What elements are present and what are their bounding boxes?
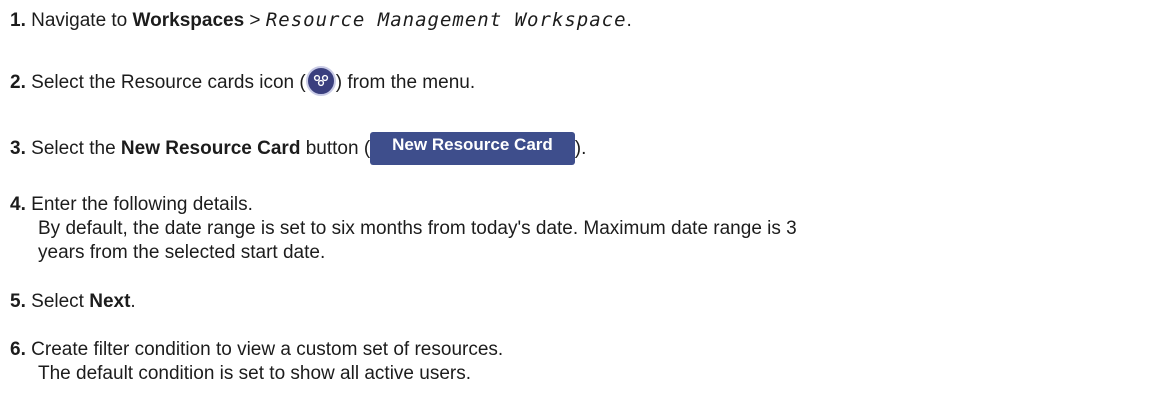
resource-cards-icon	[305, 66, 336, 96]
step-text-suffix: ) from the menu.	[335, 72, 476, 93]
step-text: Select	[31, 291, 90, 312]
step-2: 2. Select the Resource cards icon ( ) fro…	[10, 66, 475, 96]
new-resource-card-button-image: New Resource Card	[370, 132, 575, 165]
step-number: 2.	[10, 72, 26, 93]
step-bold-text: Workspaces	[132, 10, 245, 31]
step-bold-text: Next	[89, 291, 131, 312]
step-4: 4. Enter the following details. By defau…	[10, 193, 797, 265]
step-number: 4.	[10, 194, 26, 215]
step-text: Enter the following details.	[31, 194, 253, 215]
separator: >	[244, 10, 266, 31]
step-number: 5.	[10, 291, 26, 312]
step-detail: The default condition is set to show all…	[38, 363, 472, 384]
step-text: Create filter condition to view a custom…	[31, 339, 504, 360]
step-text: Select the	[31, 138, 121, 159]
step-text-suffix: .	[130, 291, 136, 312]
step-text-mid: button (	[300, 138, 371, 159]
step-text-suffix: .	[626, 10, 632, 31]
step-text: Select the Resource cards icon (	[31, 72, 306, 93]
workspace-name: Resource Management Workspace	[265, 9, 627, 31]
step-bold-text: New Resource Card	[120, 138, 301, 159]
step-3: 3. Select the New Resource Card button (…	[10, 132, 586, 165]
step-number: 3.	[10, 138, 26, 159]
step-5: 5. Select Next.	[10, 290, 136, 314]
step-number: 1.	[10, 10, 26, 31]
step-text-suffix: ).	[574, 138, 587, 159]
step-detail: By default, the date range is set to six…	[38, 218, 797, 239]
step-detail: years from the selected start date.	[38, 242, 326, 263]
step-1: 1. Navigate to Workspaces > Resource Man…	[10, 8, 632, 33]
step-text: Navigate to	[31, 10, 133, 31]
step-6: 6. Create filter condition to view a cus…	[10, 338, 503, 386]
step-number: 6.	[10, 339, 26, 360]
